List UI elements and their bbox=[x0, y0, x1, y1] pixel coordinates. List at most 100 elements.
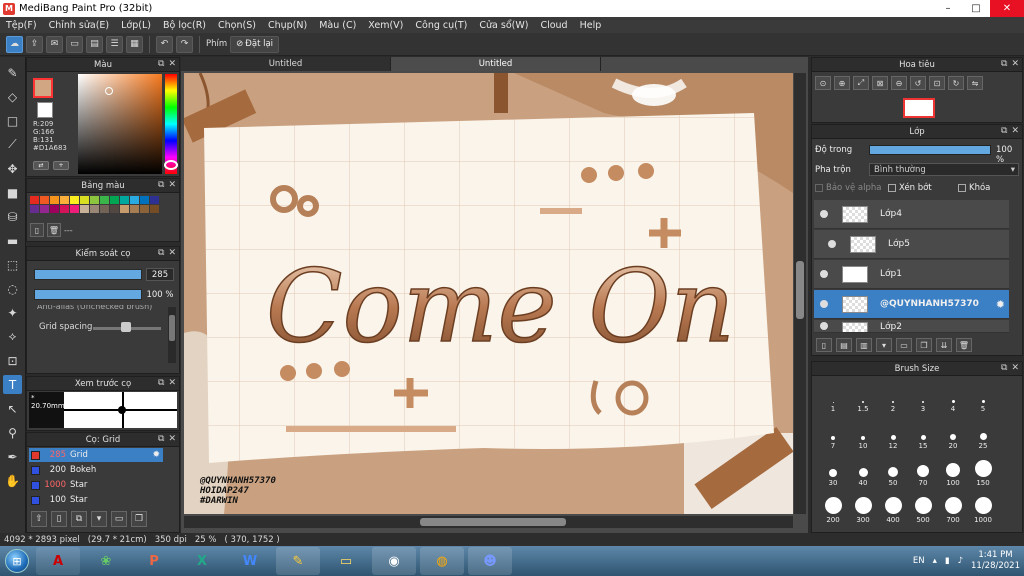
acrobat-icon[interactable]: A bbox=[36, 547, 80, 575]
popout-icon[interactable]: ⧉ bbox=[1001, 363, 1007, 373]
horizontal-scrollbar[interactable] bbox=[184, 516, 793, 528]
menu-help[interactable]: Help bbox=[574, 20, 608, 31]
language-indicator[interactable]: EN bbox=[913, 556, 925, 566]
popout-icon[interactable]: ⧉ bbox=[158, 434, 164, 444]
brush-tool-icon[interactable]: ✎ bbox=[3, 63, 22, 82]
eye-icon[interactable] bbox=[820, 300, 828, 308]
layer-item[interactable]: Lớp5 bbox=[814, 230, 1009, 259]
paint-icon[interactable]: ✎ bbox=[276, 547, 320, 575]
close-icon[interactable]: ✕ bbox=[168, 434, 176, 444]
move-tool-icon[interactable]: ✥ bbox=[3, 159, 22, 178]
folder-icon[interactable]: ▭ bbox=[896, 338, 912, 352]
eye-icon[interactable] bbox=[828, 240, 836, 248]
rotate-left-icon[interactable]: ↺ bbox=[910, 76, 926, 90]
palette-swatch[interactable] bbox=[70, 196, 79, 204]
close-icon[interactable]: ✕ bbox=[1011, 59, 1019, 69]
lasso-tool-icon[interactable]: ◌ bbox=[3, 279, 22, 298]
duplicate-icon[interactable]: ❐ bbox=[131, 511, 147, 527]
palette-swatch[interactable] bbox=[60, 196, 69, 204]
add-brush-icon[interactable]: ⇧ bbox=[31, 511, 47, 527]
eyedropper-icon[interactable]: ⚲ bbox=[3, 423, 22, 442]
layer-item[interactable]: Lớp4 bbox=[814, 200, 1009, 229]
menu-window[interactable]: Cửa sổ(W) bbox=[473, 20, 534, 31]
close-icon[interactable]: ✕ bbox=[168, 378, 176, 388]
hue-slider[interactable] bbox=[164, 74, 178, 174]
palette-swatch[interactable] bbox=[90, 196, 99, 204]
bucket-tool-icon[interactable]: ⛁ bbox=[3, 207, 22, 226]
select-eraser-icon[interactable]: ⊡ bbox=[3, 351, 22, 370]
text-tool-icon[interactable]: T bbox=[3, 375, 22, 394]
start-button[interactable]: ⊞ bbox=[0, 546, 34, 576]
maximize-button[interactable]: □ bbox=[962, 0, 990, 17]
close-icon[interactable]: ✕ bbox=[1011, 126, 1019, 136]
palette-swatch[interactable] bbox=[40, 196, 49, 204]
undo-icon[interactable]: ↶ bbox=[156, 35, 173, 53]
tab-untitled-2[interactable]: Untitled bbox=[391, 57, 601, 71]
fit-window-icon[interactable]: ⤢ bbox=[853, 76, 869, 90]
zoom-out-icon[interactable]: ⊖ bbox=[891, 76, 907, 90]
redo-icon[interactable]: ↷ bbox=[176, 35, 193, 53]
cloud-icon[interactable]: ☁ bbox=[6, 35, 23, 53]
menu-cloud[interactable]: Cloud bbox=[534, 20, 573, 31]
palette-swatch[interactable] bbox=[110, 196, 119, 204]
palette-swatch[interactable] bbox=[140, 205, 149, 213]
brush-size-cell[interactable]: 20 bbox=[938, 415, 968, 452]
menu-color[interactable]: Màu (C) bbox=[313, 20, 362, 31]
fill-tool-icon[interactable]: ■ bbox=[3, 183, 22, 202]
share-icon[interactable]: ⇪ bbox=[26, 35, 43, 53]
rotate-right-icon[interactable]: ↻ bbox=[948, 76, 964, 90]
layer-item[interactable]: Lớp1 bbox=[814, 260, 1009, 289]
comment-icon[interactable]: ✉ bbox=[46, 35, 63, 53]
menu-edit[interactable]: Chỉnh sửa(E) bbox=[43, 20, 116, 31]
popout-icon[interactable]: ⧉ bbox=[158, 248, 164, 258]
brush-size-cell[interactable]: 30 bbox=[818, 452, 848, 489]
medibang-icon[interactable]: ◉ bbox=[372, 547, 416, 575]
page-icon[interactable]: ▭ bbox=[66, 35, 83, 53]
folder-icon[interactable]: ▭ bbox=[111, 511, 127, 527]
reset-button[interactable]: ⊘ Đặt lại bbox=[230, 35, 280, 53]
edit-brush-icon[interactable]: ▾ bbox=[91, 511, 107, 527]
brush-size-cell[interactable]: 150 bbox=[968, 452, 998, 489]
brush-size-cell[interactable]: 25 bbox=[968, 415, 998, 452]
operation-tool-icon[interactable]: ↖ bbox=[3, 399, 22, 418]
new-halftone-layer-icon[interactable]: ▤ bbox=[836, 338, 852, 352]
eye-icon[interactable] bbox=[820, 270, 828, 278]
brush-size-cell[interactable]: 40 bbox=[848, 452, 878, 489]
popout-icon[interactable]: ⧉ bbox=[158, 378, 164, 388]
layer-item[interactable]: Lớp2 bbox=[814, 320, 1009, 333]
palette-swatch[interactable] bbox=[80, 205, 89, 213]
swap-color-icon[interactable]: ⇄ bbox=[33, 161, 49, 170]
grid-view-icon[interactable]: ▦ bbox=[126, 35, 143, 53]
add-color-icon[interactable]: + bbox=[53, 161, 69, 170]
palette-swatch[interactable] bbox=[90, 205, 99, 213]
popout-icon[interactable]: ⧉ bbox=[1001, 59, 1007, 69]
zoom-fit-icon[interactable]: ⊙ bbox=[815, 76, 831, 90]
tray-arrow-icon[interactable]: ▴ bbox=[933, 556, 937, 566]
palette-swatch[interactable] bbox=[30, 196, 39, 204]
brush-size-cell[interactable]: 15 bbox=[908, 415, 938, 452]
brush-item[interactable]: 200 Bokeh bbox=[29, 463, 163, 477]
flip-icon[interactable]: ⇋ bbox=[967, 76, 983, 90]
document-icon[interactable]: ▤ bbox=[86, 35, 103, 53]
gear-icon[interactable]: ✹ bbox=[996, 298, 1005, 311]
brush-size-cell[interactable]: 2 bbox=[878, 378, 908, 415]
duplicate-layer-icon[interactable]: ❐ bbox=[916, 338, 932, 352]
protect-alpha-checkbox[interactable]: Bảo vệ alpha bbox=[815, 183, 881, 193]
hand-tool-icon[interactable]: ✋ bbox=[3, 471, 22, 490]
palette-swatch[interactable] bbox=[130, 205, 139, 213]
blend-mode-select[interactable]: Bình thường ▾ bbox=[869, 163, 1019, 176]
brush-item[interactable]: 100 Star bbox=[29, 493, 163, 507]
palette-swatch[interactable] bbox=[120, 196, 129, 204]
palette-swatch[interactable] bbox=[60, 205, 69, 213]
excel-icon[interactable]: X bbox=[180, 547, 224, 575]
new-8bit-layer-icon[interactable]: ▥ bbox=[856, 338, 872, 352]
menu-file[interactable]: Tệp(F) bbox=[0, 20, 43, 31]
close-icon[interactable]: ✕ bbox=[1011, 363, 1019, 373]
volume-icon[interactable]: ♪ bbox=[958, 556, 963, 566]
delete-palette-icon[interactable]: 🗑 bbox=[47, 223, 61, 237]
brush-size-cell[interactable]: 50 bbox=[878, 452, 908, 489]
saturation-picker[interactable] bbox=[78, 74, 162, 174]
brush-size-cell[interactable]: 12 bbox=[878, 415, 908, 452]
explorer-icon[interactable]: ▭ bbox=[324, 547, 368, 575]
brush-size-cell[interactable]: 700 bbox=[938, 489, 968, 526]
